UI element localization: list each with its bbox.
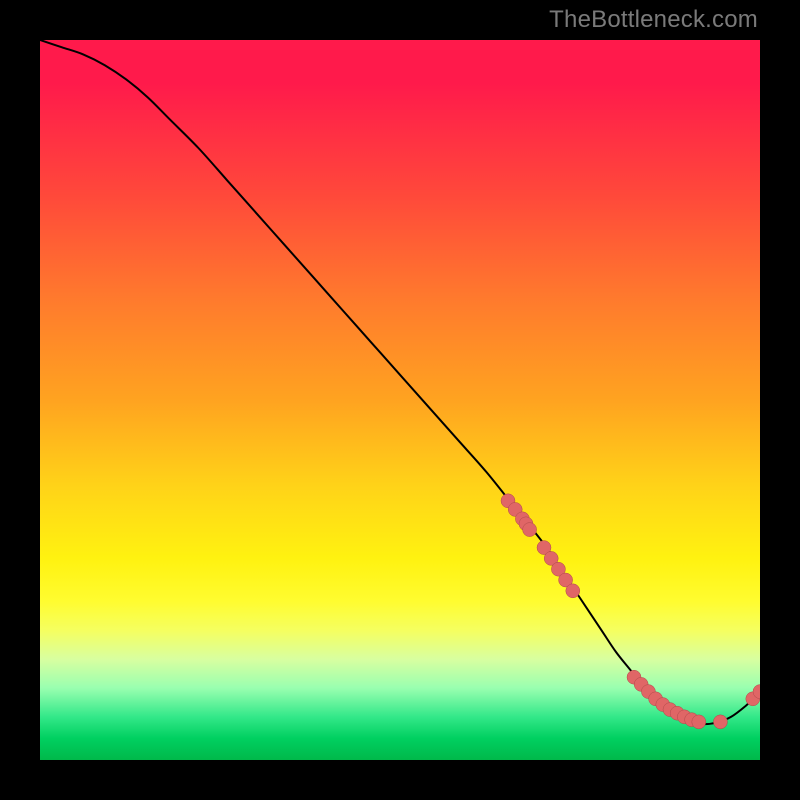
markers-group	[501, 494, 760, 729]
marker-point	[566, 584, 580, 598]
plot-svg	[40, 40, 760, 760]
marker-point	[523, 523, 537, 537]
plot-frame	[40, 40, 760, 760]
marker-point	[692, 715, 706, 729]
marker-point	[713, 715, 727, 729]
watermark-text: TheBottleneck.com	[549, 6, 758, 34]
bottleneck-curve-path	[40, 40, 760, 724]
